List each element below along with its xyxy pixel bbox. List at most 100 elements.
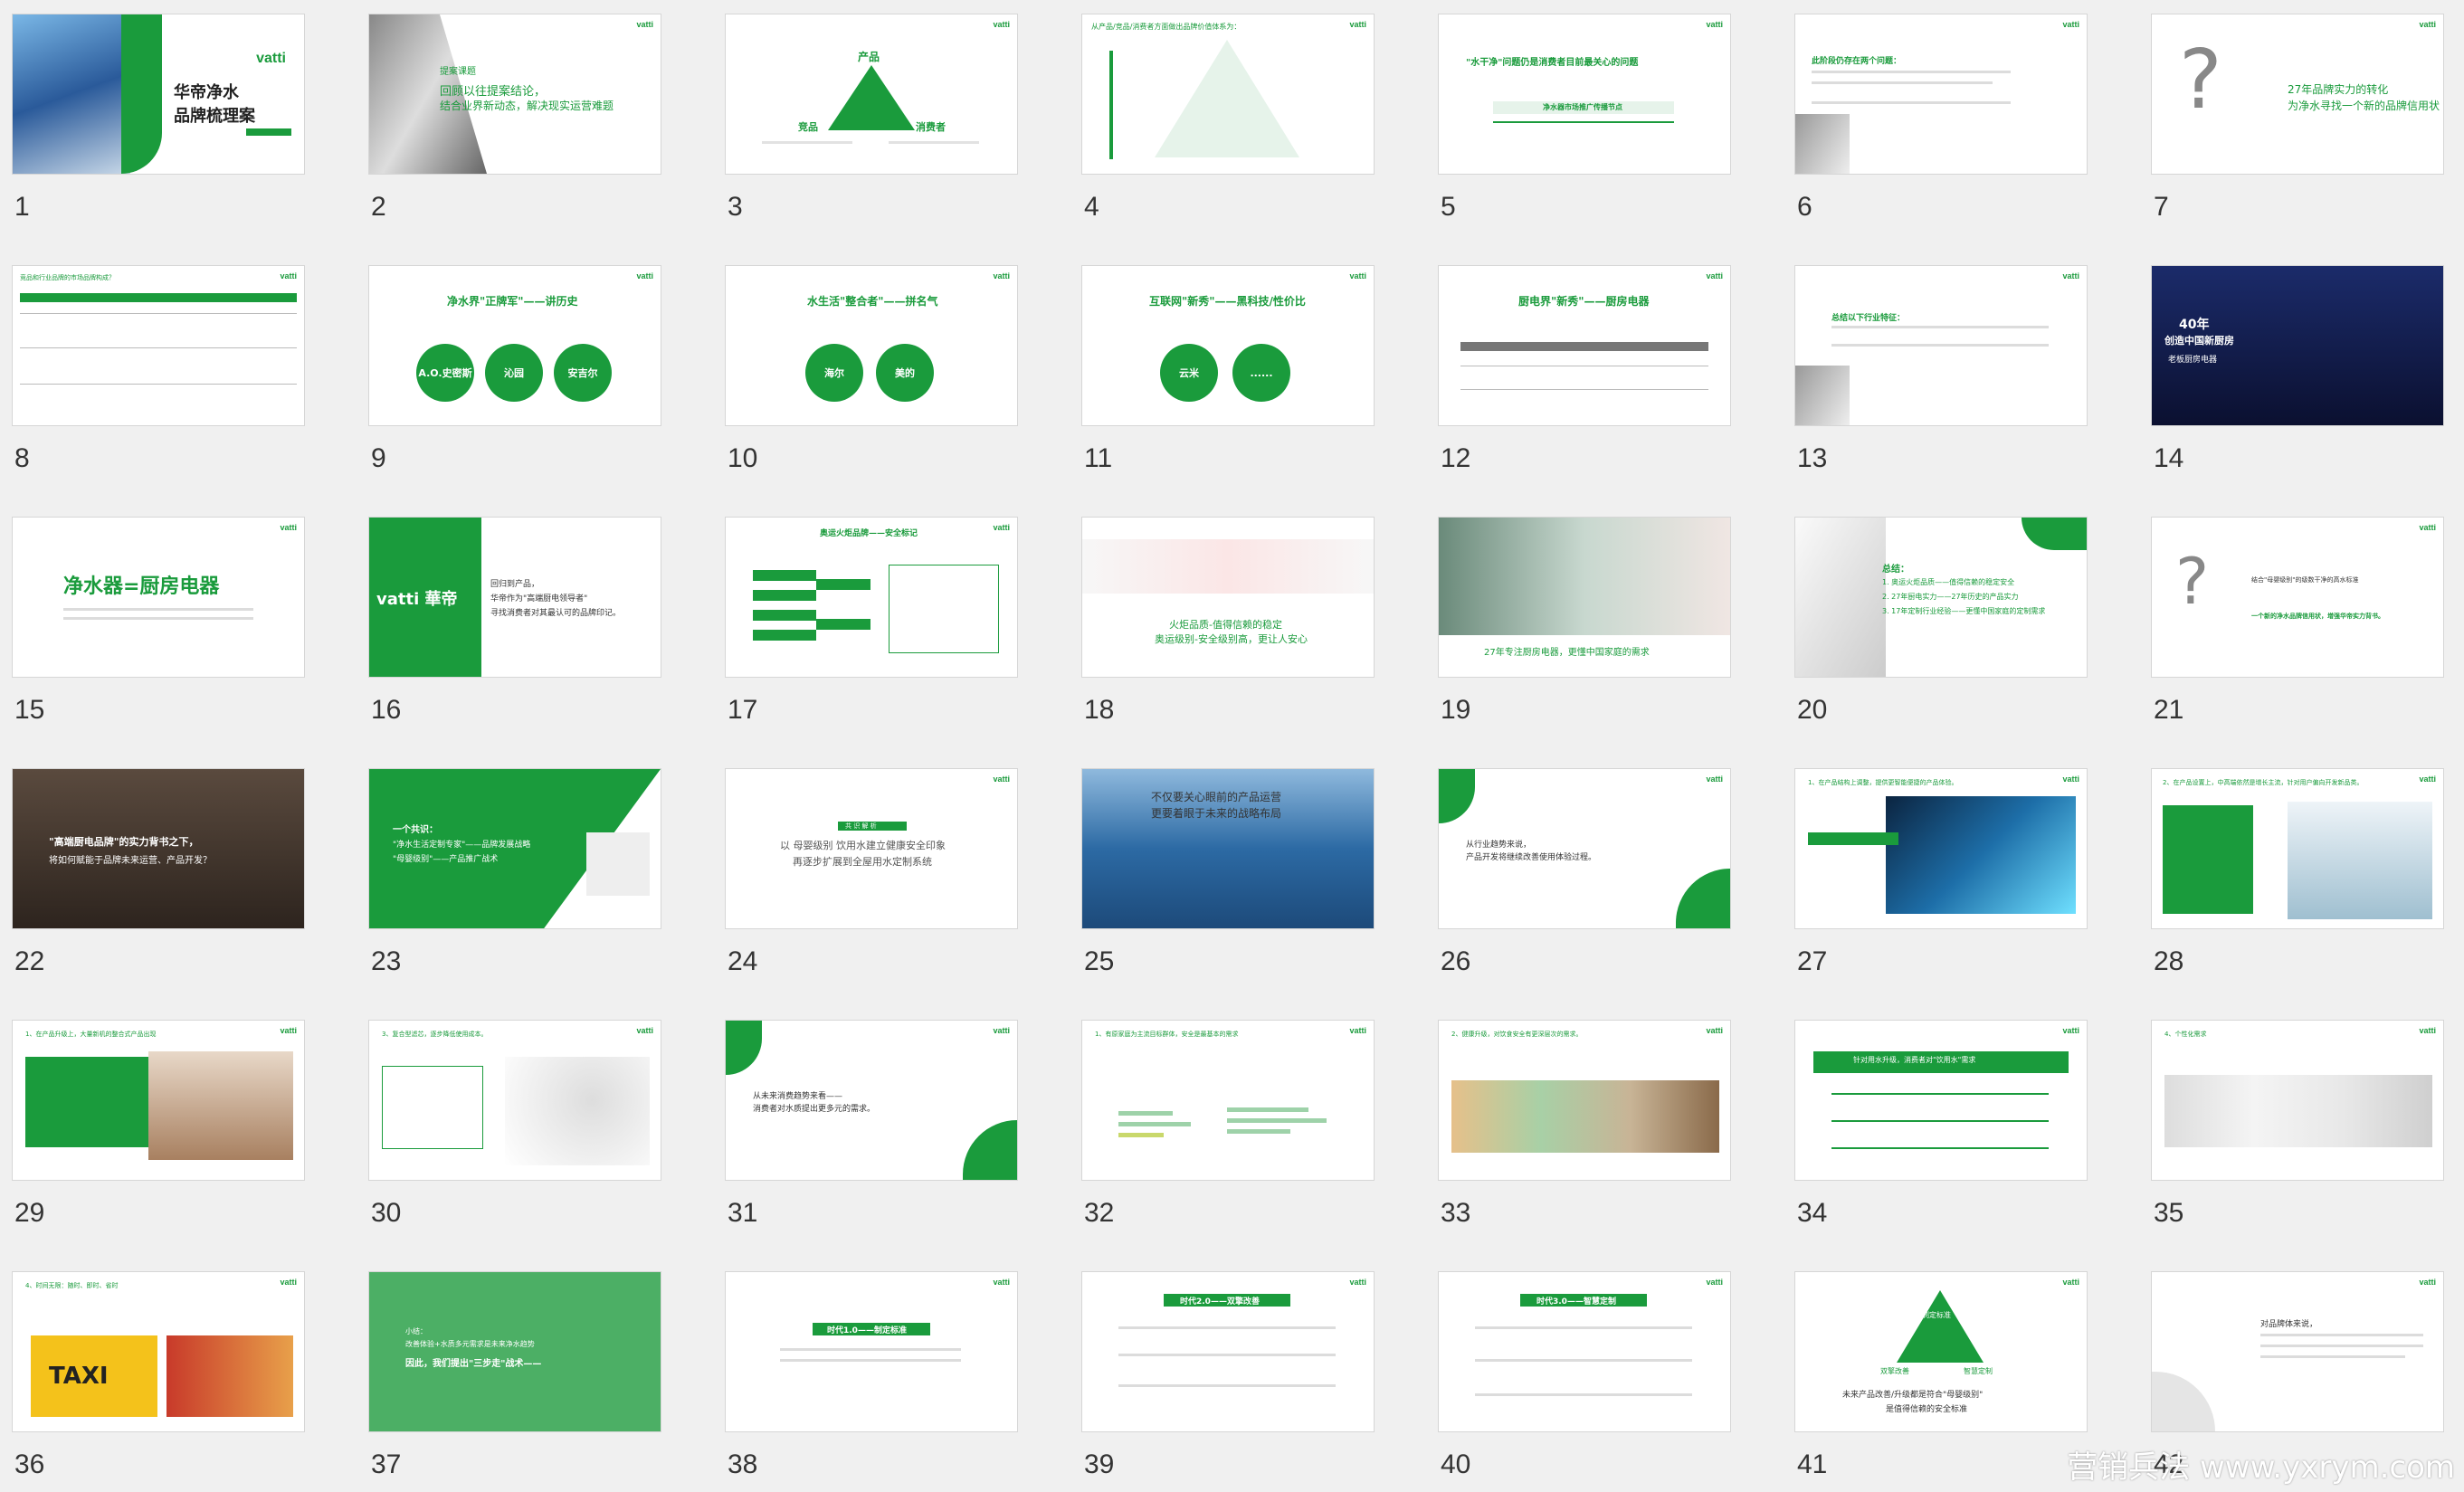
slide-11[interactable]: vatti 互联网"新秀"——黑科技/性价比 云米 ...... <box>1082 266 1374 425</box>
slide-thumb-31[interactable]: vatti 从未来消费趋势来看—— 消费者对水质提出更多元的需求。 31 <box>726 1021 1017 1228</box>
slide-thumb-33[interactable]: vatti 2、健康升级，对饮食安全有更深层次的需求。 33 <box>1439 1021 1730 1228</box>
slide-thumb-35[interactable]: vatti 4、个性化需求 35 <box>2152 1021 2443 1228</box>
slide-title: 奥运火炬品牌——安全标记 <box>820 529 918 538</box>
slide-1[interactable]: vatti 华帝净水 品牌梳理案 <box>13 14 304 174</box>
slide-thumb-16[interactable]: vatti 華帝 回归到产品， 华帝作为"高端厨电领导者" 寻找消费者对其最认可… <box>369 518 661 725</box>
slide-4[interactable]: vatti 从产品/竞品/消费者方面做出品牌价值体系为： <box>1082 14 1374 174</box>
slide-18[interactable]: 火炬品质-值得信赖的稳定 奥运级别-安全级别高，更让人安心 <box>1082 518 1374 677</box>
slide-thumb-7[interactable]: vatti ? 27年品牌实力的转化 为净水寻找一个新的品牌信用状 7 <box>2152 14 2443 222</box>
slide-6[interactable]: vatti 此阶段仍存在两个问题： <box>1795 14 2087 174</box>
slide-41[interactable]: vatti 制定标准 双擎改善 智慧定制 未来产品改善/升级都是符合"母婴级别"… <box>1795 1272 2087 1431</box>
title-line-2: 品牌梳理案 <box>174 107 255 126</box>
slide-thumb-6[interactable]: vatti 此阶段仍存在两个问题： 6 <box>1795 14 2087 222</box>
slide-thumb-38[interactable]: vatti 时代1.0——制定标准 38 <box>726 1272 1017 1479</box>
slide-thumb-24[interactable]: vatti 共 识 解 析 以 母婴级别 饮用水建立健康安全印象 再逐步扩展到全… <box>726 769 1017 976</box>
slide-26[interactable]: vatti 从行业趋势来说， 产品开发将继续改善使用体验过程。 <box>1439 769 1730 928</box>
slide-thumb-3[interactable]: vatti 产品 竞品 消费者 3 <box>726 14 1017 222</box>
slide-thumb-15[interactable]: vatti 净水器=厨房电器 15 <box>13 518 304 725</box>
slide-9[interactable]: vatti 净水界"正牌军"——讲历史 A.O.史密斯 沁园 安吉尔 <box>369 266 661 425</box>
slide-20[interactable]: 总结： 1. 奥运火炬品质——值得信赖的稳定安全 2. 27年厨电实力——27年… <box>1795 518 2087 677</box>
slide-27[interactable]: vatti 1、在产品结构上调整，提供更智能便捷的产品体验。 <box>1795 769 2087 928</box>
triangle-shape <box>1897 1290 1984 1363</box>
slide-thumb-39[interactable]: vatti 时代2.0——双擎改善 39 <box>1082 1272 1374 1479</box>
slide-40[interactable]: vatti 时代3.0——智慧定制 <box>1439 1272 1730 1431</box>
slide-thumb-41[interactable]: vatti 制定标准 双擎改善 智慧定制 未来产品改善/升级都是符合"母婴级别"… <box>1795 1272 2087 1479</box>
slide-thumb-40[interactable]: vatti 时代3.0——智慧定制 40 <box>1439 1272 1730 1479</box>
slide-23[interactable]: 一个共识： "净水生活定制专家"——品牌发展战略 "母婴级别"——产品推广战术 <box>369 769 661 928</box>
slide-thumb-34[interactable]: vatti 针对用水升级，消费者对"饮用水"需求 34 <box>1795 1021 2087 1228</box>
slide-34[interactable]: vatti 针对用水升级，消费者对"饮用水"需求 <box>1795 1021 2087 1180</box>
slide-17[interactable]: vatti 奥运火炬品牌——安全标记 <box>726 518 1017 677</box>
slide-thumb-8[interactable]: vatti 竞品和行业品牌的市场品牌构成？ 8 <box>13 266 304 473</box>
slide-thumb-26[interactable]: vatti 从行业趋势来说， 产品开发将继续改善使用体验过程。 26 <box>1439 769 1730 976</box>
slide-title: 1、在产品结构上调整，提供更智能便捷的产品体验。 <box>1808 779 1958 786</box>
slide-thumb-18[interactable]: 火炬品质-值得信赖的稳定 奥运级别-安全级别高，更让人安心 18 <box>1082 518 1374 725</box>
slide-thumb-19[interactable]: 27年专注厨房电器，更懂中国家庭的需求 19 <box>1439 518 1730 725</box>
slide-33[interactable]: vatti 2、健康升级，对饮食安全有更深层次的需求。 <box>1439 1021 1730 1180</box>
slide-thumb-27[interactable]: vatti 1、在产品结构上调整，提供更智能便捷的产品体验。 27 <box>1795 769 2087 976</box>
slide-thumb-17[interactable]: vatti 奥运火炬品牌——安全标记 17 <box>726 518 1017 725</box>
slide-30[interactable]: vatti 3、复合型滤芯，逐步降低使用成本。 <box>369 1021 661 1180</box>
slide-35[interactable]: vatti 4、个性化需求 <box>2152 1021 2443 1180</box>
slide-24[interactable]: vatti 共 识 解 析 以 母婴级别 饮用水建立健康安全印象 再逐步扩展到全… <box>726 769 1017 928</box>
slide-thumb-1[interactable]: vatti 华帝净水 品牌梳理案 1 <box>13 14 304 222</box>
slide-thumb-22[interactable]: "高端厨电品牌"的实力背书之下， 将如何赋能于品牌未来运营、产品开发？ 22 <box>13 769 304 976</box>
slide-22[interactable]: "高端厨电品牌"的实力背书之下， 将如何赋能于品牌未来运营、产品开发？ <box>13 769 304 928</box>
slide-thumb-29[interactable]: vatti 1、在产品升级上，大量新机的整合式产品出现 29 <box>13 1021 304 1228</box>
slide-thumb-42[interactable]: vatti 对品牌体来说， 42 <box>2152 1272 2443 1479</box>
slide-10[interactable]: vatti 水生活"整合者"——拼名气 海尔 美的 <box>726 266 1017 425</box>
green-curve <box>1676 869 1730 928</box>
slide-thumb-28[interactable]: vatti 2、在产品设置上，中高端依然是增长主流，针对用户偏向开发新品类。 2… <box>2152 769 2443 976</box>
slide-thumb-23[interactable]: 一个共识： "净水生活定制专家"——品牌发展战略 "母婴级别"——产品推广战术 … <box>369 769 661 976</box>
slide-5[interactable]: vatti "水干净"问题仍是消费者目前最关心的问题 净水器市场推广传播节点 <box>1439 14 1730 174</box>
slide-thumb-25[interactable]: 不仅要关心眼前的产品运营 更要着眼于未来的战略布局 25 <box>1082 769 1374 976</box>
slide-13[interactable]: vatti 总结以下行业特征： <box>1795 266 2087 425</box>
slide-29[interactable]: vatti 1、在产品升级上，大量新机的整合式产品出现 <box>13 1021 304 1180</box>
slide-sorter-grid: vatti 华帝净水 品牌梳理案 1 vatti 提案课题 回顾以往提案结论， … <box>0 0 2464 1492</box>
slide-38[interactable]: vatti 时代1.0——制定标准 <box>726 1272 1017 1431</box>
slide-8[interactable]: vatti 竞品和行业品牌的市场品牌构成？ <box>13 266 304 425</box>
slide-21[interactable]: vatti ? 结合"母婴级别"的级数干净的高水标准 一个新的净水品牌信用状，增… <box>2152 518 2443 677</box>
slide-16[interactable]: vatti 華帝 回归到产品， 华帝作为"高端厨电领导者" 寻找消费者对其最认可… <box>369 518 661 677</box>
slide-thumb-36[interactable]: vatti 4、时间无限：随时、即时、省时 TAXI 36 <box>13 1272 304 1479</box>
slide-36[interactable]: vatti 4、时间无限：随时、即时、省时 TAXI <box>13 1272 304 1431</box>
slide-2[interactable]: vatti 提案课题 回顾以往提案结论， 结合业界新动态，解决现实运营难题 <box>369 14 661 174</box>
slide-thumb-21[interactable]: vatti ? 结合"母婴级别"的级数干净的高水标准 一个新的净水品牌信用状，增… <box>2152 518 2443 725</box>
slide-19[interactable]: 27年专注厨房电器，更懂中国家庭的需求 <box>1439 518 1730 677</box>
slide-12[interactable]: vatti 厨电界"新秀"——厨房电器 <box>1439 266 1730 425</box>
slide-14[interactable]: 40年 创造中国新厨房 老板厨房电器 <box>2152 266 2443 425</box>
slide-thumb-10[interactable]: vatti 水生活"整合者"——拼名气 海尔 美的 10 <box>726 266 1017 473</box>
slide-thumb-5[interactable]: vatti "水干净"问题仍是消费者目前最关心的问题 净水器市场推广传播节点 5 <box>1439 14 1730 222</box>
circle-1: 云米 <box>1160 344 1218 402</box>
slide-7[interactable]: vatti ? 27年品牌实力的转化 为净水寻找一个新的品牌信用状 <box>2152 14 2443 174</box>
slide-32[interactable]: vatti 1、有原家庭为主流目标群体，安全是最基本的需求 <box>1082 1021 1374 1180</box>
slide-thumb-2[interactable]: vatti 提案课题 回顾以往提案结论， 结合业界新动态，解决现实运营难题 2 <box>369 14 661 222</box>
slide-42[interactable]: vatti 对品牌体来说， <box>2152 1272 2443 1431</box>
slide-thumb-13[interactable]: vatti 总结以下行业特征： 13 <box>1795 266 2087 473</box>
slide-25[interactable]: 不仅要关心眼前的产品运营 更要着眼于未来的战略布局 <box>1082 769 1374 928</box>
slide-title: 净水界"正牌军"——讲历史 <box>447 295 578 308</box>
slide-thumb-12[interactable]: vatti 厨电界"新秀"——厨房电器 12 <box>1439 266 1730 473</box>
vatti-logo: vatti <box>2419 775 2436 784</box>
slide-37[interactable]: 小结： 改善体验+水质多元需求是未来净水趋势 因此，我们提出"三步走"战术—— <box>369 1272 661 1431</box>
slide-3[interactable]: vatti 产品 竞品 消费者 <box>726 14 1017 174</box>
line-1: 对品牌体来说， <box>2260 1320 2318 1329</box>
slide-thumb-32[interactable]: vatti 1、有原家庭为主流目标群体，安全是最基本的需求 32 <box>1082 1021 1374 1228</box>
slide-thumb-20[interactable]: 总结： 1. 奥运火炬品质——值得信赖的稳定安全 2. 27年厨电实力——27年… <box>1795 518 2087 725</box>
vatti-logo: vatti <box>1349 1278 1366 1287</box>
slide-31[interactable]: vatti 从未来消费趋势来看—— 消费者对水质提出更多元的需求。 <box>726 1021 1017 1180</box>
vatti-logo: vatti <box>1706 1278 1723 1287</box>
circle-2: ...... <box>1232 344 1290 402</box>
slide-thumb-4[interactable]: vatti 从产品/竞品/消费者方面做出品牌价值体系为： 4 <box>1082 14 1374 222</box>
slide-39[interactable]: vatti 时代2.0——双擎改善 <box>1082 1272 1374 1431</box>
slide-thumb-14[interactable]: 40年 创造中国新厨房 老板厨房电器 14 <box>2152 266 2443 473</box>
slide-thumb-37[interactable]: 小结： 改善体验+水质多元需求是未来净水趋势 因此，我们提出"三步走"战术—— … <box>369 1272 661 1479</box>
slide-thumb-30[interactable]: vatti 3、复合型滤芯，逐步降低使用成本。 30 <box>369 1021 661 1228</box>
slide-number: 34 <box>1797 1198 1828 1228</box>
slide-thumb-11[interactable]: vatti 互联网"新秀"——黑科技/性价比 云米 ...... 11 <box>1082 266 1374 473</box>
slide-15[interactable]: vatti 净水器=厨房电器 <box>13 518 304 677</box>
vatti-logo: vatti <box>1706 20 1723 29</box>
text-placeholder <box>1475 1393 1692 1396</box>
slide-thumb-9[interactable]: vatti 净水界"正牌军"——讲历史 A.O.史密斯 沁园 安吉尔 9 <box>369 266 661 473</box>
slide-28[interactable]: vatti 2、在产品设置上，中高端依然是增长主流，针对用户偏向开发新品类。 <box>2152 769 2443 928</box>
